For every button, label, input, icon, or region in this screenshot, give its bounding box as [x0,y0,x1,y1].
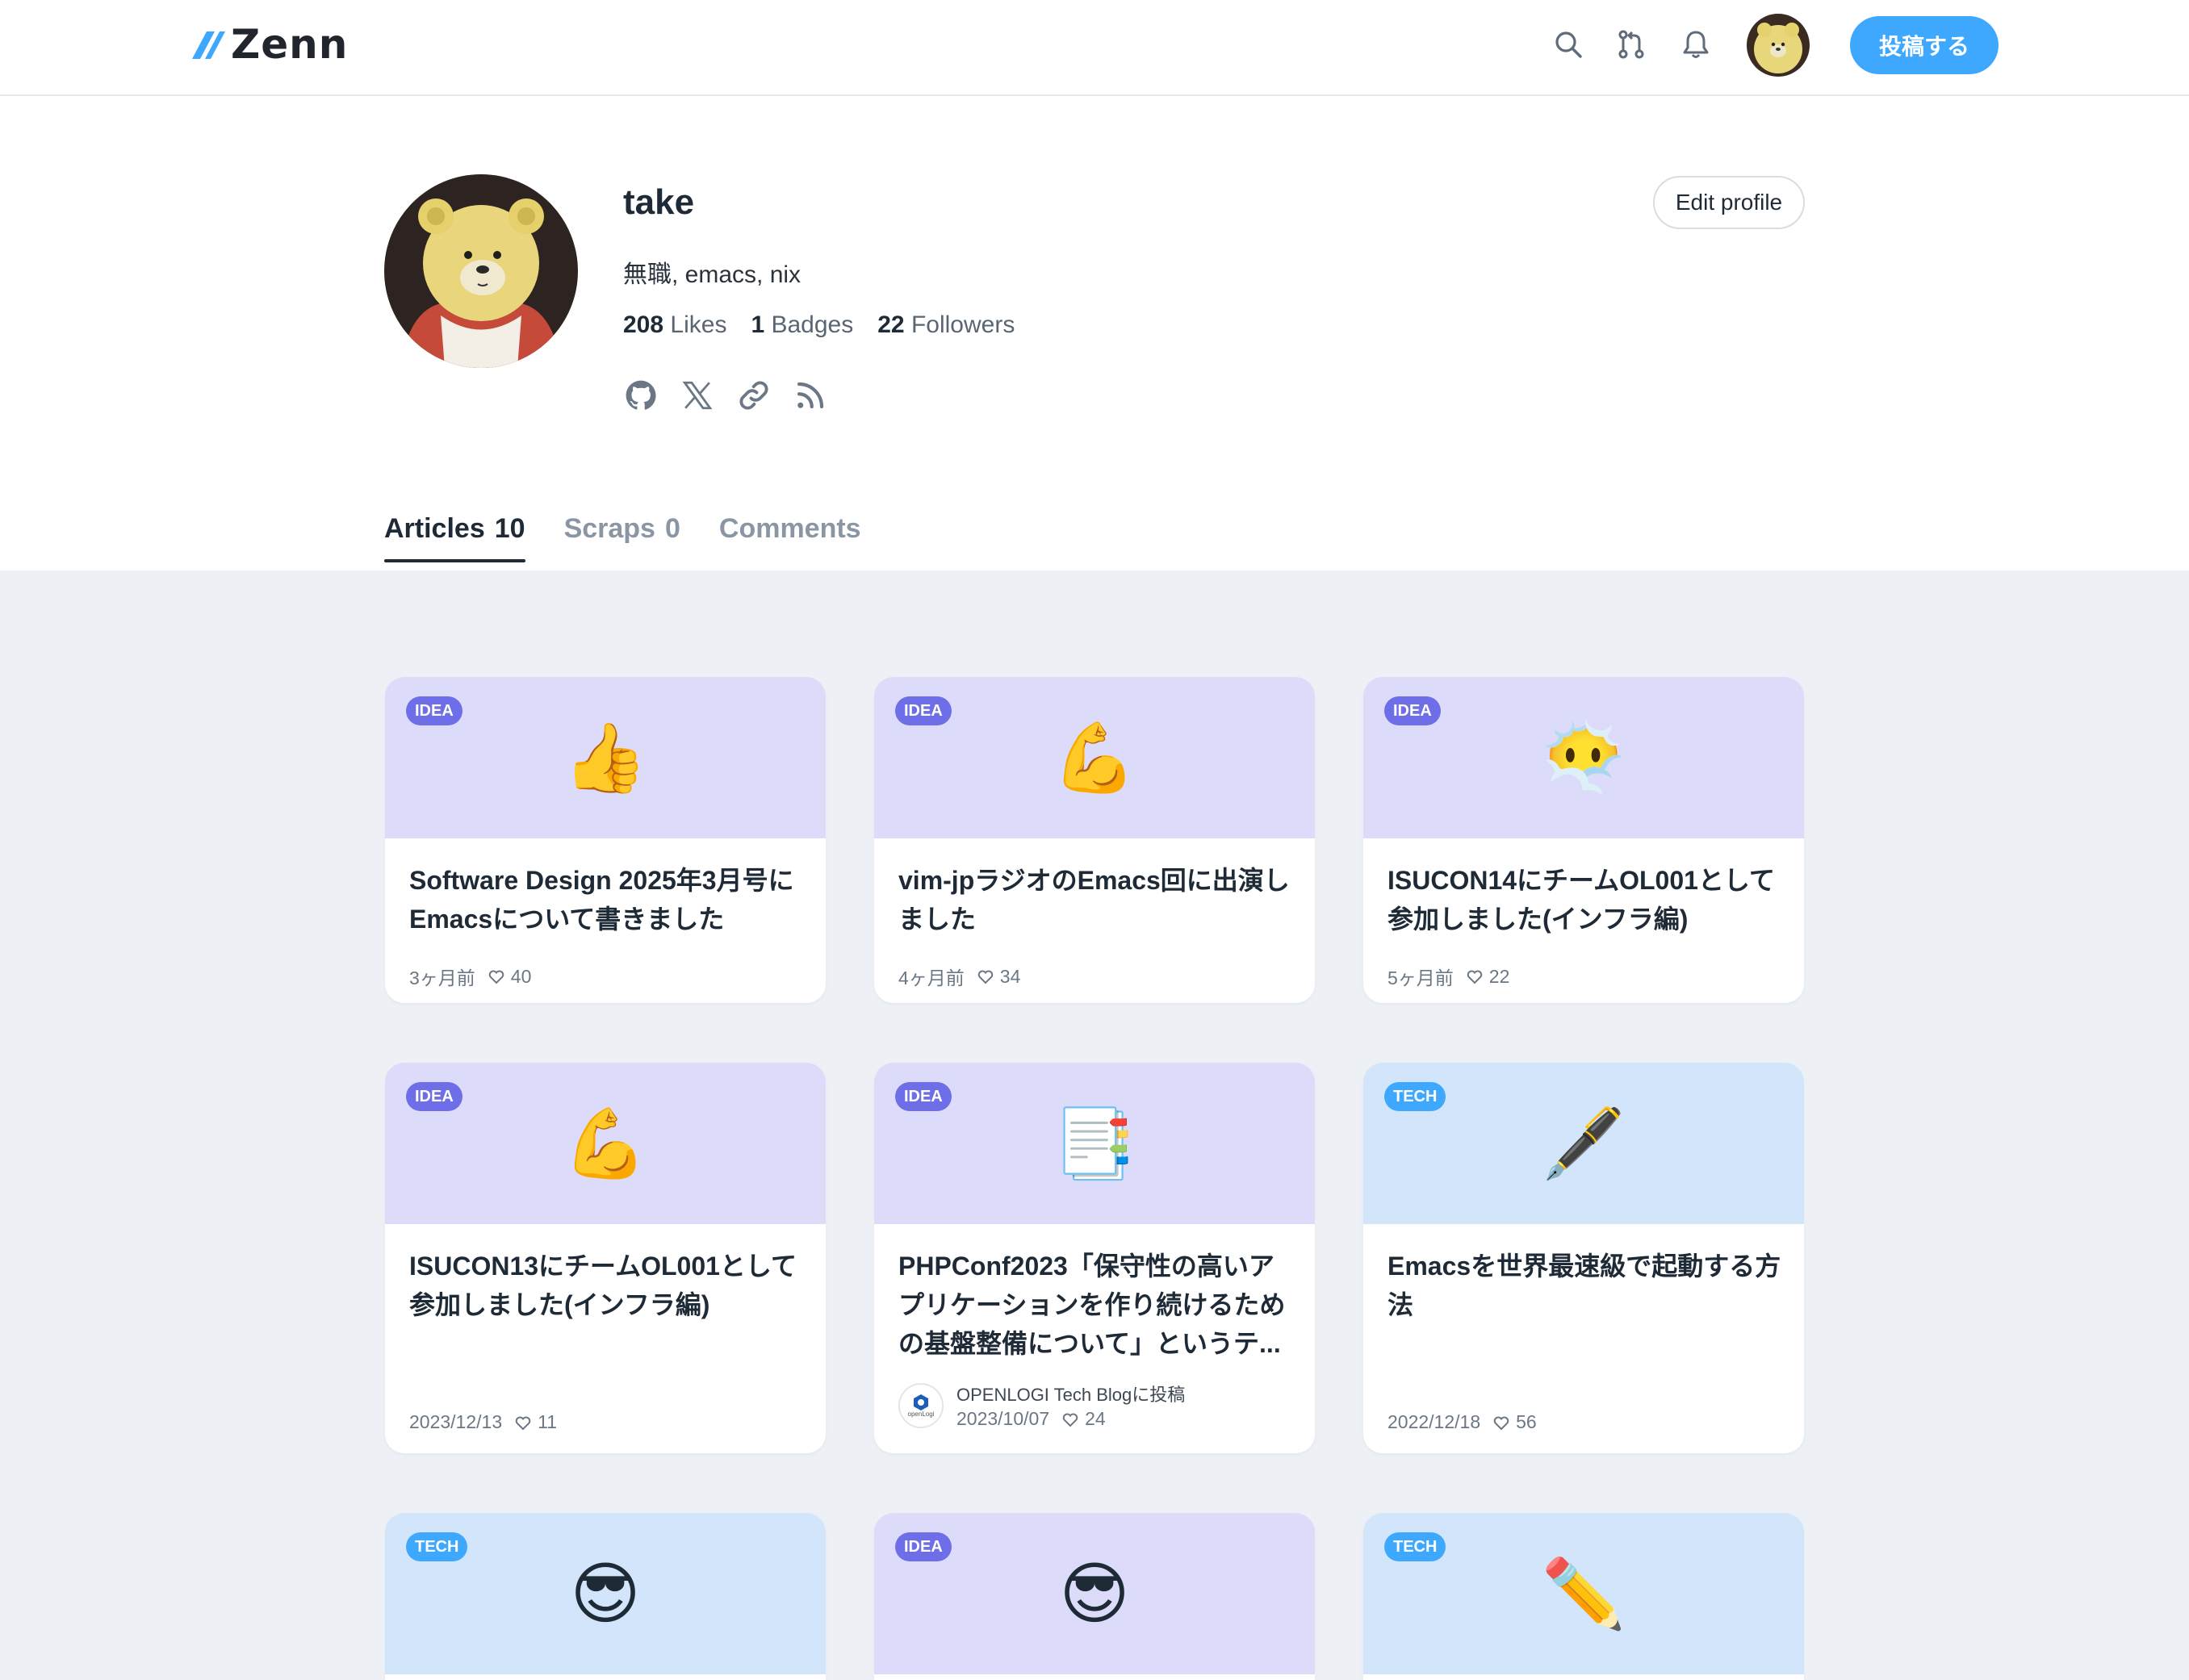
article-type-badge: IDEA [895,1532,952,1561]
article-card[interactable]: IDEA 📑 PHPConf2023「保守性の高いアプリケーションを作り続けるた… [874,1063,1315,1453]
article-type-badge: IDEA [1384,696,1441,725]
rss-icon[interactable] [793,378,828,413]
article-likes: 24 [1085,1408,1106,1429]
article-date: 2022/12/18 [1387,1411,1481,1432]
zenn-logo-icon [192,31,225,59]
article-type-badge: TECH [406,1532,468,1561]
article-title[interactable]: Software Design 2025年3月号にEmacsについて書きました [409,861,805,938]
heart-icon [1467,970,1483,984]
heart-icon [488,970,504,984]
article-card[interactable]: IDEA 😎 [874,1513,1315,1680]
profile-avatar [384,174,578,368]
article-title[interactable]: ISUCON14にチームOL001として参加しました(インフラ編) [1387,861,1783,938]
article-meta: 2023/12/13 11 [409,1411,557,1433]
heart-icon [977,970,994,984]
article-card[interactable]: IDEA 😶‍🌫️ ISUCON14にチームOL001として参加しました(インフ… [1363,677,1804,1003]
article-thumbnail: IDEA 👍 [385,677,826,838]
post-button[interactable]: 投稿する [1850,16,1999,74]
tab-articles[interactable]: Articles 10 [384,513,525,562]
article-meta: 3ヶ月前 40 [409,963,531,990]
article-emoji: 😎 [1059,1556,1130,1632]
article-title[interactable]: ISUCON13にチームOL001として参加しました(インフラ編) [409,1247,805,1324]
x-icon[interactable] [680,378,715,413]
article-card[interactable]: IDEA 💪 vim-jpラジオのEmacs回に出演しました 4ヶ月前 34 [874,677,1315,1003]
article-thumbnail: TECH 🖋️ [1363,1063,1804,1224]
article-emoji: 💪 [563,1105,648,1181]
article-date: 3ヶ月前 [409,967,475,988]
article-card[interactable]: IDEA 💪 ISUCON13にチームOL001として参加しました(インフラ編)… [385,1063,826,1453]
article-date: 2023/12/13 [409,1411,503,1432]
stat-badges[interactable]: 1 Badges [751,311,853,339]
profile-name: take [623,182,695,222]
article-thumbnail: IDEA 💪 [385,1063,826,1224]
publication-info[interactable]: openLogi OPENLOGI Tech Blogに投稿 2023/10/0… [898,1381,1185,1430]
tab-scraps[interactable]: Scraps 0 [564,513,680,562]
stat-likes[interactable]: 208 Likes [623,311,726,339]
article-emoji: 😶‍🌫️ [1541,720,1626,796]
profile-bio: 無職, emacs, nix [623,261,802,288]
article-emoji: 😎 [570,1556,641,1632]
article-emoji: 🖋️ [1541,1105,1626,1181]
article-type-badge: IDEA [895,1082,952,1111]
article-title[interactable]: PHPConf2023「保守性の高いアプリケーションを作り続けるための基盤整備に… [898,1247,1294,1363]
openlogi-hexagon-icon [914,1394,928,1410]
article-likes: 34 [999,965,1021,987]
article-title[interactable]: Emacsを世界最速級で起動する方法 [1387,1247,1783,1324]
article-thumbnail: IDEA 💪 [874,677,1315,838]
article-date: 2023/10/07 [956,1408,1050,1429]
article-type-badge: TECH [1384,1082,1446,1111]
article-meta: 2022/12/18 56 [1387,1411,1537,1433]
user-avatar[interactable] [1747,14,1810,77]
stat-followers[interactable]: 22 Followers [877,311,1015,339]
article-card[interactable]: TECH ✏️ [1363,1513,1804,1680]
article-card[interactable]: TECH 🖋️ Emacsを世界最速級で起動する方法 2022/12/18 56 [1363,1063,1804,1453]
article-likes: 40 [510,965,532,987]
article-type-badge: IDEA [406,1082,462,1111]
article-type-badge: IDEA [895,696,952,725]
bell-icon[interactable] [1677,26,1714,63]
article-type-badge: TECH [1384,1532,1446,1561]
git-pull-request-icon[interactable] [1613,26,1650,63]
article-type-badge: IDEA [406,696,462,725]
heart-icon [515,1416,531,1430]
article-thumbnail: IDEA 😎 [874,1513,1315,1674]
article-thumbnail: TECH ✏️ [1363,1513,1804,1674]
profile-tabs: Articles 10 Scraps 0 Comments [384,513,861,562]
publication-logo: openLogi [898,1382,944,1428]
link-icon[interactable] [736,378,772,413]
article-emoji: ✏️ [1541,1556,1626,1632]
article-emoji: 👍 [563,720,648,796]
article-emoji: 📑 [1052,1105,1137,1181]
article-meta: 2023/10/07 24 [956,1408,1185,1430]
publication-name[interactable]: OPENLOGI Tech Blogに投稿 [956,1381,1185,1406]
edit-profile-button[interactable]: Edit profile [1653,176,1805,229]
zenn-logo[interactable]: Zenn [190,21,349,68]
article-title[interactable]: vim-jpラジオのEmacs回に出演しました [898,861,1294,938]
search-icon[interactable] [1550,26,1587,63]
heart-icon [1493,1416,1509,1430]
profile-stats: 208 Likes 1 Badges 22 Followers [623,311,1015,339]
tab-comments[interactable]: Comments [719,513,861,562]
article-thumbnail: IDEA 📑 [874,1063,1315,1224]
article-emoji: 💪 [1052,720,1137,796]
article-date: 5ヶ月前 [1387,967,1454,988]
github-icon[interactable] [623,378,659,413]
article-meta: 4ヶ月前 34 [898,963,1020,990]
publication-logo-text: openLogi [907,1410,935,1418]
zenn-logo-text: Zenn [231,21,349,68]
article-card[interactable]: IDEA 👍 Software Design 2025年3月号にEmacsについ… [385,677,826,1003]
articles-area: IDEA 👍 Software Design 2025年3月号にEmacsについ… [0,570,2189,1680]
article-thumbnail: TECH 😎 [385,1513,826,1674]
article-likes: 56 [1516,1411,1537,1432]
article-date: 4ヶ月前 [898,967,965,988]
heart-icon [1062,1413,1078,1427]
article-likes: 22 [1488,965,1510,987]
article-meta: 5ヶ月前 22 [1387,963,1509,990]
site-header: Zenn 投稿する [0,0,2189,96]
social-links [623,378,828,413]
article-card[interactable]: TECH 😎 [385,1513,826,1680]
article-likes: 11 [538,1411,558,1432]
article-thumbnail: IDEA 😶‍🌫️ [1363,677,1804,838]
